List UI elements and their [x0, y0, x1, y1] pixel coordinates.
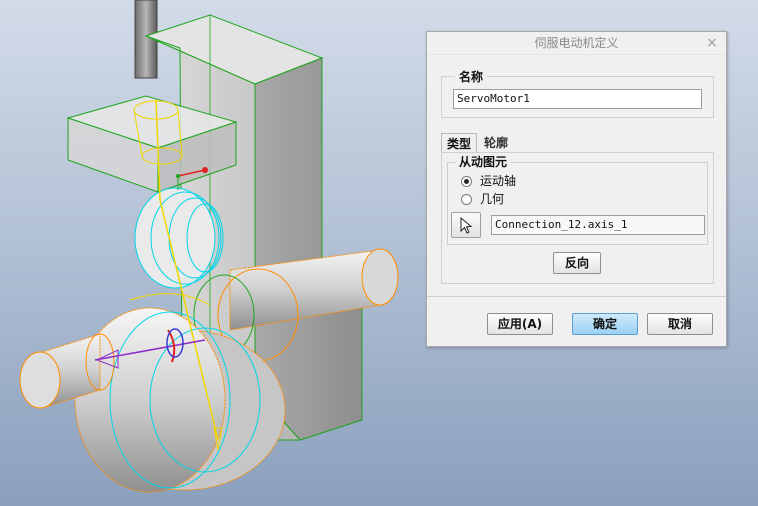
reference-field[interactable]: Connection_12.axis_1	[491, 215, 705, 235]
servo-motor-definition-dialog: 伺服电动机定义 × 名称 ServoMotor1 类型 轮廓 从动图元 运动轴 …	[426, 31, 727, 347]
radio-motion-axis[interactable]: 运动轴	[461, 173, 516, 189]
apply-button[interactable]: 应用(A)	[487, 313, 553, 335]
close-icon[interactable]: ×	[704, 32, 720, 54]
radio-motion-axis-label: 运动轴	[480, 174, 517, 188]
radio-geometry-label: 几何	[480, 192, 505, 206]
flip-button[interactable]: 反向	[553, 252, 601, 274]
radio-geometry[interactable]: 几何	[461, 191, 504, 207]
name-field[interactable]: ServoMotor1	[453, 89, 702, 109]
tab-type[interactable]: 类型	[441, 133, 478, 153]
radio-geometry-indicator[interactable]	[461, 194, 472, 205]
driven-entity-group-label: 从动图元	[455, 153, 512, 170]
tab-profile[interactable]: 轮廓	[479, 133, 513, 153]
footer-separator	[427, 296, 726, 297]
ok-button[interactable]: 确定	[572, 313, 638, 335]
name-group-label: 名称	[455, 68, 488, 85]
dialog-title: 伺服电动机定义	[534, 36, 619, 50]
select-reference-button[interactable]	[451, 212, 481, 238]
cancel-button[interactable]: 取消	[647, 313, 713, 335]
dialog-titlebar[interactable]: 伺服电动机定义 ×	[427, 32, 726, 55]
cursor-arrow-icon	[460, 217, 473, 234]
radio-motion-axis-indicator[interactable]	[461, 176, 472, 187]
